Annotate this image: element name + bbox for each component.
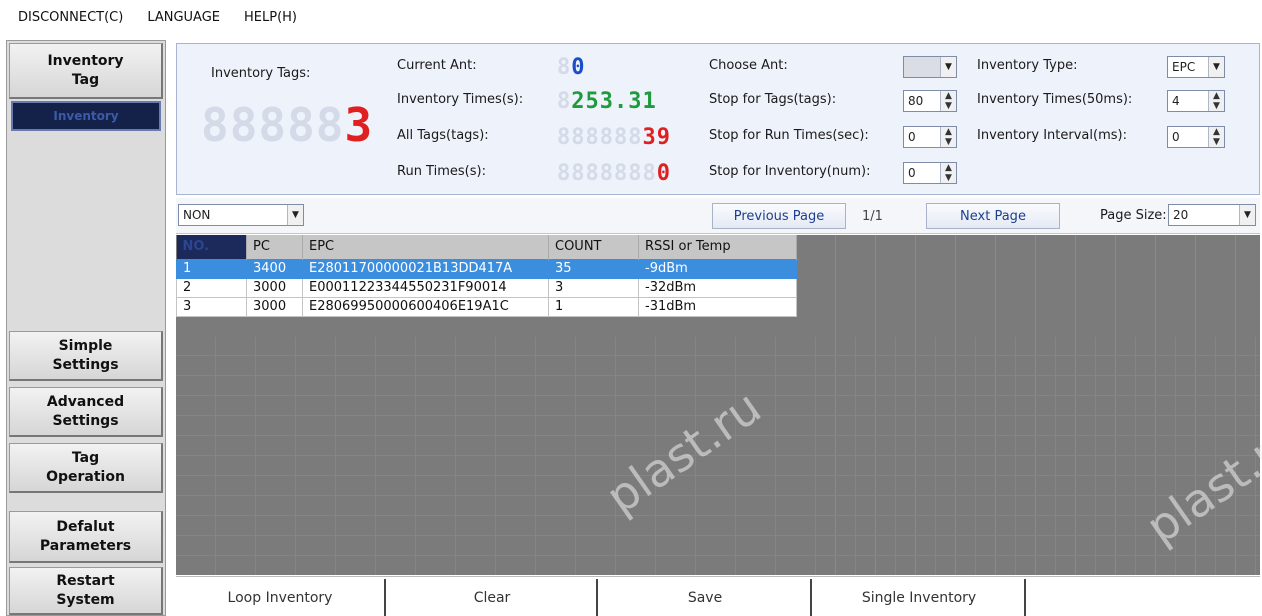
stop-run-input[interactable]: 0 ▲ ▼ xyxy=(903,126,957,148)
cell-pc: 3000 xyxy=(246,296,303,317)
spinner-arrows-icon[interactable]: ▲ ▼ xyxy=(940,91,956,111)
inventory-type-select[interactable]: EPC ▼ xyxy=(1167,56,1225,78)
page-size-select[interactable]: 20 ▼ xyxy=(1168,204,1256,226)
stop-tags-value: 80 xyxy=(908,94,924,108)
previous-page-button[interactable]: Previous Page xyxy=(712,203,846,229)
spinner-arrows-icon[interactable]: ▲ ▼ xyxy=(1208,91,1224,111)
inventory-tags-label: Inventory Tags: xyxy=(211,66,311,81)
spinner-arrows-icon[interactable]: ▲ ▼ xyxy=(1208,127,1224,147)
nav-inventory-sub[interactable]: Inventory xyxy=(11,101,161,131)
table-row[interactable]: 2 3000 E00011223344550231F90014 3 -32dBm xyxy=(176,277,797,298)
left-nav: Inventory Tag Inventory Simple Settings … xyxy=(6,40,166,616)
loop-inventory-button[interactable]: Loop Inventory xyxy=(176,579,386,616)
grid-rows-empty xyxy=(176,337,1260,575)
nav-advanced-settings[interactable]: Advanced Settings xyxy=(9,387,163,437)
run-times-label: Run Times(s): xyxy=(397,164,486,179)
cell-rssi: -32dBm xyxy=(638,277,797,298)
stop-tags-input[interactable]: 80 ▲ ▼ xyxy=(903,90,957,112)
chevron-down-icon: ▼ xyxy=(287,205,303,225)
menu-disconnect[interactable]: DISCONNECT(C) xyxy=(18,10,123,25)
stop-run-label: Stop for Run Times(sec): xyxy=(709,128,869,143)
cell-epc: E28011700000021B13DD417A xyxy=(302,258,549,279)
tag-table-area: NO. PC EPC COUNT RSSI or Temp 1 3400 E28… xyxy=(176,235,1262,575)
inventory-interval-input[interactable]: 0 ▲ ▼ xyxy=(1167,126,1225,148)
filter-select[interactable]: NON ▼ xyxy=(178,204,304,226)
nav-inventory-tag[interactable]: Inventory Tag xyxy=(9,43,163,99)
inventory-times50-input[interactable]: 4 ▲ ▼ xyxy=(1167,90,1225,112)
page-indicator: 1/1 xyxy=(862,209,883,224)
cell-no: 2 xyxy=(176,277,247,298)
stop-inventory-value: 0 xyxy=(908,166,916,180)
all-tags-display: 88888839 xyxy=(557,125,671,150)
spinner-arrows-icon[interactable]: ▲ ▼ xyxy=(940,127,956,147)
all-tags-label: All Tags(tags): xyxy=(397,128,489,143)
inventory-interval-label: Inventory Interval(ms): xyxy=(977,128,1127,143)
table-header-row: NO. PC EPC COUNT RSSI or Temp xyxy=(176,235,797,259)
inventory-times-label: Inventory Times(s): xyxy=(397,92,524,107)
col-header-pc[interactable]: PC xyxy=(246,235,303,259)
spinner-arrows-icon[interactable]: ▲ ▼ xyxy=(940,163,956,183)
cell-count: 3 xyxy=(548,277,639,298)
table-row[interactable]: 1 3400 E28011700000021B13DD417A 35 -9dBm xyxy=(176,258,797,279)
cell-pc: 3400 xyxy=(246,258,303,279)
chevron-down-icon: ▼ xyxy=(940,57,956,77)
inventory-times50-label: Inventory Times(50ms): xyxy=(977,92,1133,107)
col-header-count[interactable]: COUNT xyxy=(548,235,639,259)
inventory-type-value: EPC xyxy=(1172,60,1196,74)
next-page-button[interactable]: Next Page xyxy=(926,203,1060,229)
action-bar: Loop Inventory Clear Save Single Invento… xyxy=(176,576,1260,616)
chevron-down-icon: ▼ xyxy=(1239,205,1255,225)
inventory-type-label: Inventory Type: xyxy=(977,58,1078,73)
stop-run-value: 0 xyxy=(908,130,916,144)
cell-epc: E00011223344550231F90014 xyxy=(302,277,549,298)
choose-ant-select[interactable]: ▼ xyxy=(903,56,957,78)
cell-rssi: -9dBm xyxy=(638,258,797,279)
col-header-rssi[interactable]: RSSI or Temp xyxy=(638,235,797,259)
col-header-no[interactable]: NO. xyxy=(176,235,247,259)
cell-no: 3 xyxy=(176,296,247,317)
inventory-settings-panel: Inventory Tags: 888883 Current Ant: 80 I… xyxy=(176,43,1260,195)
tag-table: NO. PC EPC COUNT RSSI or Temp 1 3400 E28… xyxy=(176,235,797,317)
filter-value: NON xyxy=(183,208,211,222)
current-ant-display: 80 xyxy=(557,55,586,80)
cell-count: 35 xyxy=(548,258,639,279)
cell-epc: E28069950000600406E19A1C xyxy=(302,296,549,317)
inventory-times-value: 253.31 xyxy=(571,89,657,114)
current-ant-value: 0 xyxy=(571,55,586,80)
nav-restart-system[interactable]: Restart System xyxy=(9,567,163,615)
inventory-tags-value: 3 xyxy=(344,98,374,152)
nav-tag-operation[interactable]: Tag Operation xyxy=(9,443,163,493)
page-size-value: 20 xyxy=(1173,208,1189,222)
all-tags-value: 39 xyxy=(642,125,671,150)
nav-default-parameters[interactable]: Defalut Parameters xyxy=(9,511,163,563)
nav-simple-settings[interactable]: Simple Settings xyxy=(9,331,163,381)
cell-count: 1 xyxy=(548,296,639,317)
cell-no: 1 xyxy=(176,258,247,279)
menu-bar: DISCONNECT(C) LANGUAGE HELP(H) xyxy=(0,0,1262,34)
choose-ant-label: Choose Ant: xyxy=(709,58,788,73)
inventory-times-display: 8253.31 xyxy=(557,89,657,114)
stop-tags-label: Stop for Tags(tags): xyxy=(709,92,837,107)
single-inventory-button[interactable]: Single Inventory xyxy=(814,579,1026,616)
menu-help[interactable]: HELP(H) xyxy=(244,10,297,25)
inventory-times50-value: 4 xyxy=(1172,94,1180,108)
clear-button[interactable]: Clear xyxy=(388,579,598,616)
current-ant-label: Current Ant: xyxy=(397,58,477,73)
save-button[interactable]: Save xyxy=(600,579,812,616)
col-header-epc[interactable]: EPC xyxy=(302,235,549,259)
chevron-down-icon: ▼ xyxy=(1208,57,1224,77)
table-toolbar: NON ▼ Previous Page 1/1 Next Page Page S… xyxy=(176,198,1260,234)
cell-pc: 3000 xyxy=(246,277,303,298)
inventory-interval-value: 0 xyxy=(1172,130,1180,144)
inventory-tags-display: 888883 xyxy=(201,98,374,152)
stop-inventory-label: Stop for Inventory(num): xyxy=(709,164,871,179)
page-size-label: Page Size: xyxy=(1100,208,1167,223)
menu-language[interactable]: LANGUAGE xyxy=(147,10,220,25)
table-row[interactable]: 3 3000 E28069950000600406E19A1C 1 -31dBm xyxy=(176,296,797,317)
cell-rssi: -31dBm xyxy=(638,296,797,317)
run-times-value: 0 xyxy=(656,161,671,186)
stop-inventory-input[interactable]: 0 ▲ ▼ xyxy=(903,162,957,184)
run-times-display: 88888880 xyxy=(557,161,671,186)
